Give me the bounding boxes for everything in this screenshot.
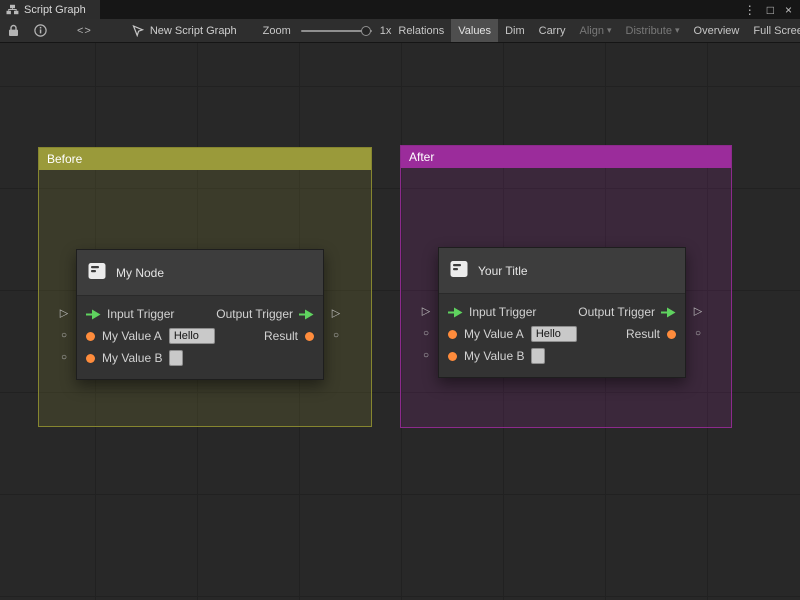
window-maximize-icon[interactable]: □: [767, 4, 774, 16]
value-output-external-port[interactable]: ○: [328, 331, 344, 341]
flow-input-icon[interactable]: [86, 309, 101, 320]
value-input-field[interactable]: [531, 348, 545, 364]
flow-input-external-port[interactable]: ▷: [418, 307, 434, 318]
port-label: Result: [264, 329, 298, 343]
node-my-node[interactable]: My Node ▷ Input Trigger Output Trigger ▷: [76, 249, 324, 380]
align-dropdown[interactable]: Align ▾: [573, 19, 619, 42]
value-input-field[interactable]: [531, 326, 577, 342]
flow-output-icon[interactable]: [299, 309, 314, 320]
group-before[interactable]: Before My Node ▷ Input: [38, 147, 372, 427]
node-body: ▷ Input Trigger Output Trigger ▷ ○ My V: [439, 294, 685, 377]
value-input-port-icon[interactable]: [86, 332, 95, 341]
info-icon[interactable]: [34, 24, 47, 37]
value-input-port-icon[interactable]: [86, 354, 95, 363]
port-label: Output Trigger: [578, 305, 655, 319]
group-header[interactable]: Before: [39, 148, 371, 170]
distribute-label: Distribute: [626, 25, 672, 37]
graph-canvas[interactable]: Before My Node ▷ Input: [0, 43, 800, 600]
chevron-down-icon: ▾: [607, 25, 612, 36]
zoom-slider[interactable]: [301, 25, 372, 37]
value-output-port-icon[interactable]: [667, 330, 676, 339]
port-row: ▷ Input Trigger Output Trigger ▷: [77, 303, 323, 325]
node-header[interactable]: My Node: [77, 250, 323, 296]
dim-button[interactable]: Dim: [498, 19, 532, 42]
graph-pointer-icon: [132, 25, 144, 37]
value-input-field[interactable]: [169, 328, 215, 344]
window-tab-bar: Script Graph ⋮ □ ×: [0, 0, 800, 19]
port-row: ○ My Value B: [439, 345, 685, 367]
group-after[interactable]: After Your Title ▷ Inp: [400, 145, 732, 428]
port-row: ○ My Value A Result ○: [77, 325, 323, 347]
tab-title: Script Graph: [24, 4, 86, 16]
node-body: ▷ Input Trigger Output Trigger ▷ ○ My V: [77, 296, 323, 379]
lock-icon[interactable]: [8, 24, 19, 37]
zoom-label: Zoom: [263, 25, 291, 37]
align-label: Align: [580, 25, 604, 37]
tab-script-graph[interactable]: Script Graph: [0, 0, 100, 19]
unit-icon: [87, 261, 107, 284]
overview-button[interactable]: Overview: [687, 19, 747, 42]
node-title: My Node: [116, 266, 164, 280]
graph-toolbar: <> New Script Graph Zoom 1x Relations Va…: [0, 19, 800, 43]
port-label: Input Trigger: [107, 307, 174, 321]
flow-output-external-port[interactable]: ▷: [690, 307, 706, 318]
flow-output-icon[interactable]: [661, 307, 676, 318]
node-header[interactable]: Your Title: [439, 248, 685, 294]
code-view-icon[interactable]: <>: [77, 25, 92, 37]
value-input-port-icon[interactable]: [448, 330, 457, 339]
port-label: My Value B: [102, 351, 162, 365]
value-output-external-port[interactable]: ○: [690, 329, 706, 339]
port-label: My Value A: [102, 329, 162, 343]
node-title: Your Title: [478, 264, 528, 278]
port-label: My Value B: [464, 349, 524, 363]
flow-input-external-port[interactable]: ▷: [56, 309, 72, 320]
value-output-port-icon[interactable]: [305, 332, 314, 341]
zoom-value: 1x: [380, 25, 392, 37]
window-close-icon[interactable]: ×: [785, 4, 792, 16]
flow-input-icon[interactable]: [448, 307, 463, 318]
value-input-port-icon[interactable]: [448, 352, 457, 361]
script-graph-icon: [6, 4, 19, 15]
value-input-external-port[interactable]: ○: [418, 329, 434, 339]
value-input-field[interactable]: [169, 350, 183, 366]
flow-output-external-port[interactable]: ▷: [328, 309, 344, 320]
fullscreen-button[interactable]: Full Screen: [746, 19, 800, 42]
port-row: ○ My Value B: [77, 347, 323, 369]
window-menu-icon[interactable]: ⋮: [744, 4, 756, 16]
value-input-external-port[interactable]: ○: [56, 353, 72, 363]
relations-button[interactable]: Relations: [391, 19, 451, 42]
group-header[interactable]: After: [401, 146, 731, 168]
unit-icon: [449, 259, 469, 282]
value-input-external-port[interactable]: ○: [56, 331, 72, 341]
distribute-dropdown[interactable]: Distribute ▾: [619, 19, 687, 42]
port-row: ▷ Input Trigger Output Trigger ▷: [439, 301, 685, 323]
carry-button[interactable]: Carry: [532, 19, 573, 42]
graph-name-label[interactable]: New Script Graph: [150, 25, 237, 37]
port-label: My Value A: [464, 327, 524, 341]
values-button[interactable]: Values: [451, 19, 498, 42]
port-label: Result: [626, 327, 660, 341]
port-row: ○ My Value A Result ○: [439, 323, 685, 345]
port-label: Output Trigger: [216, 307, 293, 321]
tab-bar-spacer: [100, 0, 744, 19]
value-input-external-port[interactable]: ○: [418, 351, 434, 361]
chevron-down-icon: ▾: [675, 25, 680, 36]
node-your-title[interactable]: Your Title ▷ Input Trigger Output Trigge…: [438, 247, 686, 378]
zoom-slider-knob[interactable]: [361, 26, 371, 36]
port-label: Input Trigger: [469, 305, 536, 319]
